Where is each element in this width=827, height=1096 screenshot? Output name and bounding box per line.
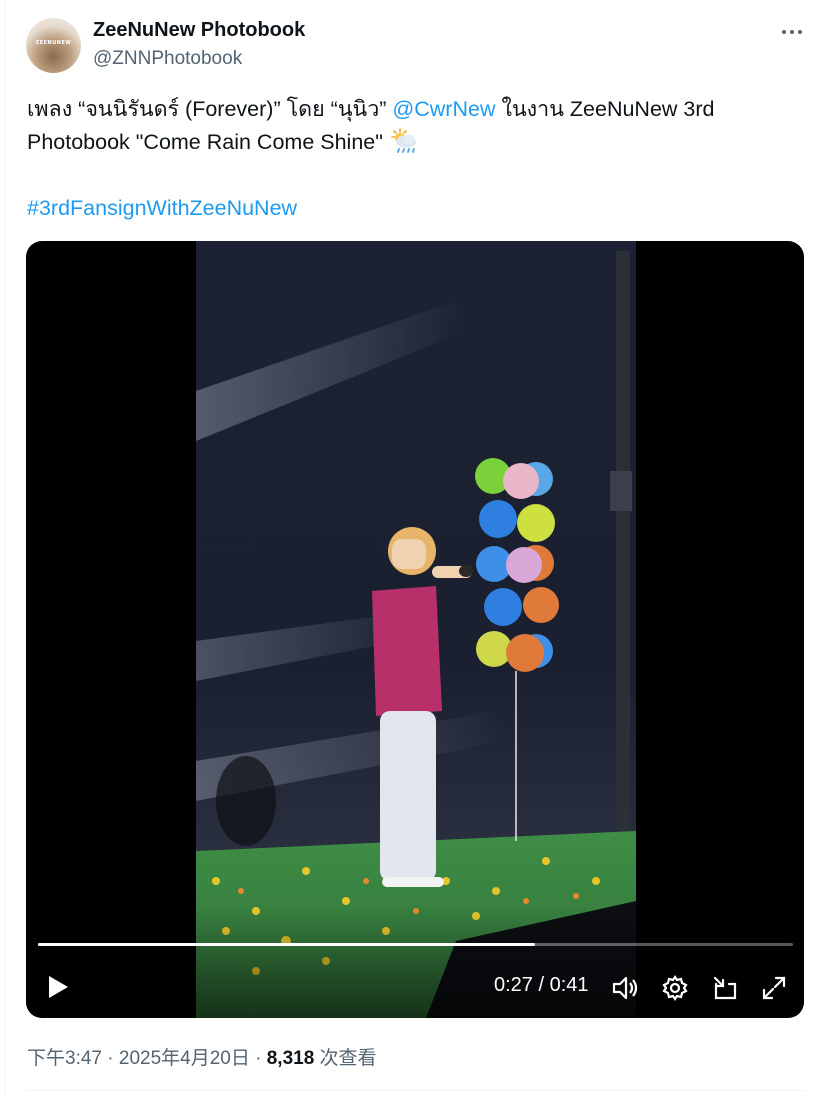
avatar[interactable]: ZEENUNEW xyxy=(26,18,81,73)
sun-behind-rain-cloud-icon xyxy=(389,128,419,154)
play-icon xyxy=(49,976,68,998)
author-handle[interactable]: @ZNNPhotobook xyxy=(93,48,242,70)
play-button[interactable] xyxy=(46,974,70,1000)
video-player[interactable]: 0:27 / 0:41 xyxy=(26,241,804,1018)
hashtag-link[interactable]: #3rdFansignWithZeeNuNew xyxy=(27,193,297,223)
tweet-card: ZEENUNEW ZeeNuNew Photobook @ZNNPhotoboo… xyxy=(0,0,827,1096)
more-options-button[interactable] xyxy=(780,20,804,44)
views-label: 次查看 xyxy=(314,1048,377,1069)
gear-icon xyxy=(662,975,688,1001)
picture-in-picture-icon xyxy=(713,976,737,1000)
expand-icon xyxy=(762,976,786,1000)
mention-link[interactable]: @CwrNew xyxy=(392,97,495,121)
video-frame xyxy=(196,241,636,1018)
tweet-text: เพลง “จนนิรันดร์ (Forever)” โดย “นุนิว” … xyxy=(27,93,797,159)
tweet-time-link[interactable]: 下午3:47 xyxy=(27,1048,102,1069)
separator: · xyxy=(249,1048,267,1069)
video-time: 0:27 / 0:41 xyxy=(494,974,589,996)
tweet-meta: 下午3:47 · 2025年4月20日 · 8,318 次查看 xyxy=(27,1043,377,1070)
view-count: 8,318 xyxy=(266,1048,315,1069)
volume-icon xyxy=(612,976,638,1000)
divider xyxy=(26,1090,804,1091)
tweet-date-link[interactable]: 2025年4月20日 xyxy=(119,1048,250,1069)
progress-bar[interactable] xyxy=(38,943,793,946)
controls-overlay xyxy=(26,908,804,1018)
card-border xyxy=(4,0,5,1096)
separator: · xyxy=(101,1048,119,1069)
author-display-name[interactable]: ZeeNuNew Photobook xyxy=(93,19,305,42)
more-dot-icon xyxy=(798,30,802,34)
pip-button[interactable] xyxy=(712,975,738,1001)
progress-fill xyxy=(38,943,536,946)
volume-button[interactable] xyxy=(612,975,640,1001)
fullscreen-button[interactable] xyxy=(761,975,787,1001)
more-dot-icon xyxy=(782,30,786,34)
settings-button[interactable] xyxy=(662,975,688,1001)
avatar-logo-text: ZEENUNEW xyxy=(35,40,72,46)
more-dot-icon xyxy=(790,30,794,34)
tweet-text-part: เพลง “จนนิรันดร์ (Forever)” โดย “นุนิว” xyxy=(27,97,393,121)
